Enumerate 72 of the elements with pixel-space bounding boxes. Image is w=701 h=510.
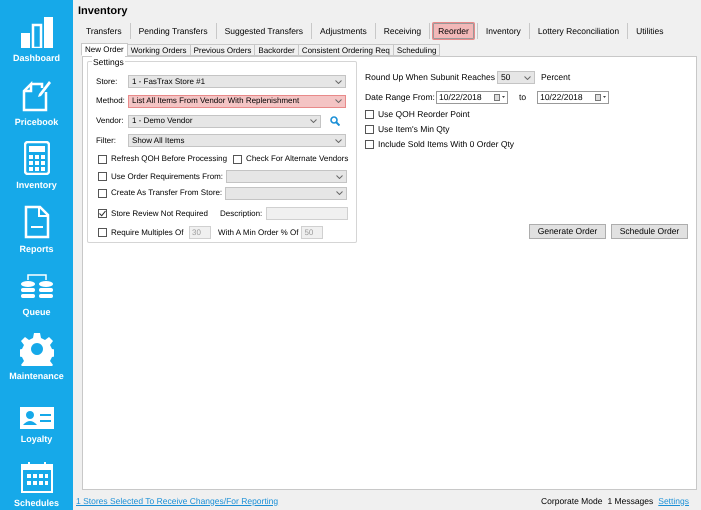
chevron-down-icon (336, 174, 343, 179)
chevron-down-icon (336, 191, 343, 196)
tab[interactable]: Lottery Reconciliation (532, 22, 626, 40)
chevron-down-icon (335, 80, 342, 84)
checkbox[interactable] (98, 154, 107, 164)
chevron-down-icon (335, 99, 342, 104)
mode-label: Corporate Mode (541, 494, 602, 508)
dropdown[interactable]: List All Items From Vendor With Replenishment (128, 94, 346, 108)
subtab[interactable]: Consistent Ordering Req (298, 44, 394, 56)
date-field[interactable]: 10/22/2018 (537, 90, 610, 104)
gear-icon (20, 332, 54, 366)
checkbox-label: Include Sold Items With 0 Order Qty (378, 138, 514, 151)
subtab[interactable]: Backorder (254, 44, 299, 56)
field-label: Percent (540, 71, 570, 84)
field-label: Filter: (96, 134, 117, 147)
action-button[interactable]: Generate Order (529, 224, 606, 239)
description-field[interactable] (266, 207, 348, 220)
field-label: to (519, 90, 526, 104)
checkbox-label: Check For Alternate Vendors (246, 153, 348, 166)
date-field[interactable]: 10/22/2018 (436, 90, 508, 104)
checkbox-label: Create As Transfer From Store: (111, 187, 222, 200)
checkbox-label: Require Multiples Of (111, 226, 184, 239)
tab[interactable]: Reorder (432, 22, 475, 40)
subtab[interactable]: Previous Orders (190, 44, 256, 56)
field-label: Method: (96, 95, 126, 108)
id-card-icon (20, 407, 54, 429)
action-button[interactable]: Schedule Order (611, 224, 688, 239)
field-label: Description: (220, 208, 264, 220)
checkbox-label: Use QOH Reorder Point (378, 108, 470, 121)
calendar-dropdown-icon[interactable] (595, 94, 608, 100)
chevron-down-icon (524, 76, 531, 80)
tab[interactable]: Inventory (480, 22, 527, 40)
checkbox-label: Use Order Requirements From: (111, 170, 224, 183)
dropdown[interactable]: 1 - Demo Vendor (128, 114, 321, 128)
field-label: Round Up When Subunit Reaches (365, 71, 495, 84)
tab[interactable]: Suggested Transfers (218, 22, 310, 40)
field-label: With A Min Order % Of (218, 226, 298, 239)
document-icon (24, 204, 50, 238)
checkbox[interactable] (365, 110, 374, 119)
checkbox[interactable] (365, 140, 374, 149)
checkbox[interactable] (98, 209, 107, 218)
group-label: Settings (92, 56, 125, 69)
field-label: Store: (96, 76, 118, 88)
search-icon[interactable] (330, 116, 340, 126)
page-title: Inventory (77, 4, 129, 19)
tab[interactable]: Utilities (630, 22, 670, 40)
checkbox[interactable] (365, 125, 374, 134)
messages-count: 1 Messages (607, 494, 654, 508)
checkbox-label: Refresh QOH Before Processing (111, 153, 228, 166)
bar-chart-icon (20, 16, 54, 48)
checkbox-label: Use Item's Min Qty (378, 123, 450, 136)
dropdown[interactable]: 1 - FasTrax Store #1 (128, 75, 346, 88)
checkbox[interactable] (233, 154, 242, 164)
tab[interactable]: Transfers (80, 22, 128, 40)
tab[interactable]: Adjustments (314, 22, 373, 40)
calculator-icon (24, 141, 50, 175)
subtab[interactable]: Scheduling (392, 44, 440, 56)
field-label: Date Range From: (365, 90, 436, 104)
dropdown[interactable]: Show All Items (128, 134, 346, 148)
checkbox[interactable] (98, 188, 107, 198)
checkbox[interactable] (98, 172, 107, 182)
dropdown[interactable]: 50 (496, 71, 535, 84)
calendar-icon (20, 460, 52, 492)
checkbox-label: Store Review Not Required (111, 208, 209, 220)
chevron-down-icon (335, 138, 342, 143)
tab[interactable]: Receiving (378, 22, 428, 40)
field-label: Vendor: (96, 115, 125, 128)
tab[interactable]: Pending Transfers (132, 22, 214, 40)
calendar-dropdown-icon[interactable] (494, 94, 506, 100)
subtab[interactable]: Working Orders (126, 44, 191, 56)
chevron-down-icon (310, 119, 317, 124)
subtab[interactable]: New Order (81, 43, 128, 56)
